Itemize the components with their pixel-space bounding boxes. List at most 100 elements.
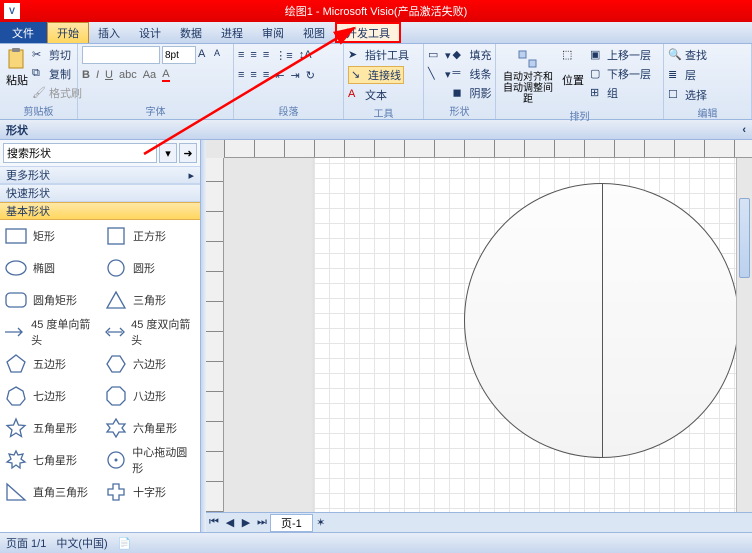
align-center-icon[interactable]: ≡ — [250, 69, 256, 81]
shape-item[interactable]: 七边形 — [0, 380, 100, 412]
shape-item[interactable]: 直角三角形 — [0, 476, 100, 508]
grow-font-icon[interactable]: A — [198, 48, 212, 62]
shape-item[interactable]: 六边形 — [100, 348, 200, 380]
fill-button[interactable]: ◆填充 — [453, 46, 492, 64]
quick-shape-button[interactable]: ▭▾ — [428, 46, 451, 64]
page-tab[interactable]: 页-1 — [270, 514, 313, 532]
category-quick-shapes[interactable]: 快速形状 — [0, 184, 200, 202]
layer-icon: ≣ — [668, 68, 682, 82]
shape-item[interactable]: 矩形 — [0, 220, 100, 252]
connector-icon: ↘ — [351, 68, 365, 82]
search-go-button[interactable]: ➜ — [179, 143, 197, 163]
scrollbar-thumb[interactable] — [739, 198, 750, 278]
splitter[interactable] — [201, 140, 206, 532]
nav-last-icon[interactable]: ⏭ — [254, 515, 270, 531]
star5-icon — [4, 416, 28, 440]
category-more-shapes[interactable]: 更多形状▸ — [0, 166, 200, 184]
category-basic-shapes[interactable]: 基本形状 — [0, 202, 200, 220]
window-title: 绘图1 - Microsoft Visio(产品激活失败) — [285, 3, 468, 19]
status-indicator-icon: 📄 — [118, 537, 132, 550]
tab-data[interactable]: 数据 — [171, 22, 212, 43]
select-icon: ☐ — [668, 88, 682, 102]
group-button[interactable]: ⊞组 — [590, 84, 651, 102]
font-color-button[interactable]: A — [162, 68, 169, 82]
strike-button[interactable]: abc — [119, 69, 137, 81]
nav-prev-icon[interactable]: ◀ — [222, 515, 238, 531]
circle-shape[interactable] — [464, 183, 739, 458]
underline-button[interactable]: U — [105, 69, 113, 81]
tab-file[interactable]: 文件 — [0, 22, 47, 43]
paste-button[interactable]: 粘贴 — [4, 46, 30, 90]
italic-button[interactable]: I — [96, 69, 99, 81]
shape-item[interactable]: 45 度单向箭头 — [0, 316, 100, 348]
cut-button[interactable]: ✂剪切 — [32, 46, 82, 64]
nav-first-icon[interactable]: ⏮ — [206, 515, 222, 531]
shape-item[interactable]: 五角星形 — [0, 412, 100, 444]
select-button[interactable]: ☐选择 — [668, 86, 707, 104]
bold-button[interactable]: B — [82, 69, 90, 81]
shrink-font-icon[interactable]: A — [214, 48, 228, 62]
shape-item[interactable]: 椭圆 — [0, 252, 100, 284]
pentagon-icon — [4, 352, 28, 376]
font-size-select[interactable] — [162, 46, 196, 64]
align-middle-icon[interactable]: ≡ — [250, 49, 256, 61]
send-backward-button[interactable]: ▢下移一层 — [590, 65, 651, 83]
text-tool-button[interactable]: A文本 — [348, 86, 387, 104]
shape-label: 三角形 — [133, 292, 166, 308]
shape-label: 椭圆 — [33, 260, 55, 276]
text-direction-icon[interactable]: ↕A — [299, 49, 312, 61]
shape-item[interactable]: 五边形 — [0, 348, 100, 380]
align-top-icon[interactable]: ≡ — [238, 49, 244, 61]
indent-dec-icon[interactable]: ⇤ — [275, 69, 284, 82]
bullets-icon[interactable]: ⋮≡ — [275, 49, 292, 62]
copy-button[interactable]: ⧉复制 — [32, 65, 82, 83]
line-button[interactable]: ═线条 — [453, 65, 492, 83]
add-page-icon[interactable]: ✶ — [313, 515, 329, 531]
shape-item[interactable]: 正方形 — [100, 220, 200, 252]
status-page: 页面 1/1 — [6, 535, 46, 551]
connector-tool-button[interactable]: ↘连接线 — [348, 66, 404, 84]
tab-process[interactable]: 进程 — [212, 22, 253, 43]
font-family-select[interactable] — [82, 46, 160, 64]
tab-insert[interactable]: 插入 — [89, 22, 130, 43]
shape-item[interactable]: 八边形 — [100, 380, 200, 412]
shape-item[interactable]: 十字形 — [100, 476, 200, 508]
shadow-button[interactable]: ◼阴影 — [453, 84, 492, 102]
shape-item[interactable]: 三角形 — [100, 284, 200, 316]
scrollbar-vertical[interactable] — [736, 158, 752, 512]
chevron-left-icon[interactable]: ‹ — [742, 124, 746, 136]
pointer-tool-button[interactable]: ➤指针工具 — [348, 46, 409, 64]
rotate-text-icon[interactable]: ↻ — [306, 69, 315, 82]
bring-forward-button[interactable]: ▣上移一层 — [590, 46, 651, 64]
align-left-icon[interactable]: ≡ — [238, 69, 244, 81]
find-button[interactable]: 🔍查找 — [668, 46, 707, 64]
tab-review[interactable]: 审阅 — [253, 22, 294, 43]
drawing-canvas[interactable] — [224, 158, 752, 512]
quick-shape-button[interactable]: ╲▾ — [428, 65, 451, 83]
tab-home[interactable]: 开始 — [47, 22, 89, 43]
shape-item[interactable]: 45 度双向箭头 — [100, 316, 200, 348]
group-label: 排列 — [500, 107, 659, 123]
auto-align-button[interactable]: 自动对齐和自动调整间距 — [500, 46, 556, 107]
tab-design[interactable]: 设计 — [130, 22, 171, 43]
layer-button[interactable]: ≣层 — [668, 66, 696, 84]
search-dropdown-button[interactable]: ▾ — [159, 143, 177, 163]
shape-item[interactable]: 中心拖动圆形 — [100, 444, 200, 476]
group-icon: ⊞ — [590, 86, 604, 100]
align-bottom-icon[interactable]: ≡ — [263, 49, 269, 61]
tab-developer[interactable]: 开发工具 — [335, 22, 401, 43]
indent-inc-icon[interactable]: ⇥ — [290, 69, 299, 82]
nav-next-icon[interactable]: ▶ — [238, 515, 254, 531]
square-icon — [104, 224, 128, 248]
shape-item[interactable]: 六角星形 — [100, 412, 200, 444]
shape-item[interactable]: 七角星形 — [0, 444, 100, 476]
position-button[interactable]: ⬚ 位置 — [558, 46, 588, 90]
shape-item[interactable]: 圆角矩形 — [0, 284, 100, 316]
search-shapes-input[interactable] — [3, 143, 157, 163]
font-case-button[interactable]: Aa — [143, 69, 156, 81]
heptagon-icon — [4, 384, 28, 408]
format-painter-button[interactable]: 🖌格式刷 — [32, 84, 82, 102]
tab-view[interactable]: 视图 — [294, 22, 335, 43]
shape-item[interactable]: 圆形 — [100, 252, 200, 284]
align-right-icon[interactable]: ≡ — [263, 69, 269, 81]
